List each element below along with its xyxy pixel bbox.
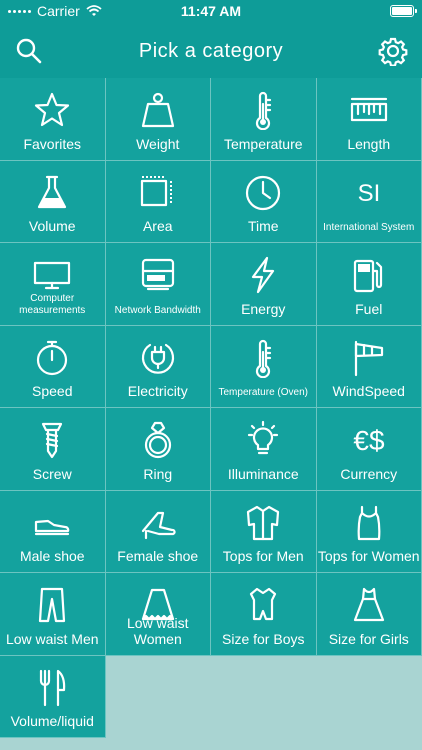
- category-label: Ring: [143, 465, 173, 482]
- category-label: Low waist Men: [5, 630, 99, 647]
- category-label: Tops for Women: [317, 548, 420, 564]
- category-tile-speed[interactable]: Speed: [0, 325, 106, 408]
- category-tile-male-shoe[interactable]: Male shoe: [0, 490, 106, 573]
- girl-dress-icon: [317, 585, 422, 625]
- category-tile-volume[interactable]: Volume: [0, 160, 106, 243]
- page-title: Pick a category: [138, 40, 284, 62]
- status-bar: Carrier 11:47 AM: [0, 0, 422, 22]
- category-tile-ring[interactable]: Ring: [105, 408, 211, 491]
- shirt-icon: [211, 503, 316, 543]
- category-tile-female-shoe[interactable]: Female shoe: [105, 490, 211, 573]
- category-tile-electricity[interactable]: Electricity: [105, 325, 211, 408]
- heel-shoe-icon: [106, 503, 211, 543]
- area-icon: [106, 173, 211, 213]
- category-tile-tops-for-men[interactable]: Tops for Men: [211, 490, 317, 573]
- navigation-bar: Carrier 11:47 AM Pick a category: [0, 0, 422, 78]
- category-tile-energy[interactable]: Energy: [211, 243, 317, 326]
- thermometer-icon: [211, 90, 316, 130]
- star-icon: [0, 90, 105, 130]
- category-tile-illuminance[interactable]: Illuminance: [211, 408, 317, 491]
- oven-thermometer-icon: [211, 338, 316, 378]
- category-label: Time: [247, 218, 279, 234]
- plug-icon: [106, 338, 211, 378]
- category-label: Temperature (Oven): [218, 387, 308, 398]
- category-tile-low-waist-men[interactable]: Low waist Men: [0, 573, 106, 656]
- flask-icon: [0, 173, 105, 213]
- category-tile-network-bandwidth[interactable]: Network Bandwidth: [105, 243, 211, 326]
- windsock-icon: [317, 338, 422, 378]
- category-label: Currency: [340, 465, 398, 482]
- settings-button[interactable]: [376, 34, 410, 68]
- category-label: Tops for Men: [222, 548, 304, 564]
- category-label: Length: [347, 135, 391, 152]
- category-label: Energy: [241, 300, 286, 317]
- trousers-icon: [0, 585, 105, 625]
- category-label: Size for Girls: [328, 630, 409, 647]
- currency-icon: €$: [317, 420, 422, 460]
- monitor-icon: [0, 255, 105, 295]
- category-label: Speed: [32, 383, 73, 399]
- tank-top-icon: [317, 503, 422, 543]
- category-tile-length[interactable]: Length: [316, 78, 422, 161]
- stopwatch-icon: [0, 338, 105, 378]
- category-label: Favorites: [23, 135, 82, 152]
- category-tile-favorites[interactable]: Favorites: [0, 78, 106, 161]
- category-label: Network Bandwidth: [114, 304, 201, 316]
- category-label: Electricity: [127, 383, 188, 399]
- category-tile-area[interactable]: Area: [105, 160, 211, 243]
- category-tile-temperature[interactable]: Temperature: [211, 78, 317, 161]
- category-label: Volume: [28, 218, 76, 234]
- status-time: 11:47 AM: [180, 3, 242, 19]
- skirt-icon: [106, 585, 211, 625]
- category-tile-volume-liquid[interactable]: Volume/liquid: [0, 655, 106, 738]
- boy-romper-icon: [211, 585, 316, 625]
- male-shoe-icon: [0, 503, 105, 543]
- category-tile-currency[interactable]: €$ Currency: [316, 408, 422, 491]
- category-label: Fuel: [355, 300, 383, 317]
- category-tile-screw[interactable]: Screw: [0, 408, 106, 491]
- clock-icon: [211, 173, 316, 213]
- light-bulb-icon: [211, 420, 316, 460]
- screw-icon: [0, 420, 105, 460]
- category-grid: Favorites Weight Temperature Length Volume Ar…: [0, 78, 422, 738]
- category-label: Volume/liquid: [10, 713, 94, 729]
- gear-icon: [378, 37, 408, 66]
- svg-text:SI: SI: [357, 180, 380, 207]
- category-tile-computer-measurements[interactable]: Computer measurements: [0, 243, 106, 326]
- category-tile-time[interactable]: Time: [211, 160, 317, 243]
- category-tile-tops-for-women[interactable]: Tops for Women: [316, 490, 422, 573]
- fuel-pump-icon: [317, 255, 422, 295]
- router-icon: [106, 255, 211, 295]
- category-label: Female shoe: [117, 548, 199, 564]
- category-tile-temperature-oven[interactable]: Temperature (Oven): [211, 325, 317, 408]
- category-label: Computer measurements: [19, 292, 86, 316]
- category-label: WindSpeed: [332, 383, 405, 399]
- weight-icon: [106, 90, 211, 130]
- category-label: Weight: [136, 135, 180, 152]
- category-tile-weight[interactable]: Weight: [105, 78, 211, 161]
- svg-text:€$: €$: [353, 425, 385, 456]
- category-tile-international-system[interactable]: SI International System: [316, 160, 422, 243]
- category-label: Size for Boys: [222, 630, 305, 647]
- category-label: Illuminance: [227, 465, 299, 482]
- category-label: Area: [142, 218, 173, 234]
- ruler-icon: [317, 90, 422, 130]
- category-tile-low-waist-women[interactable]: Low waist Women: [105, 573, 211, 656]
- category-tile-size-for-boys[interactable]: Size for Boys: [211, 573, 317, 656]
- category-label: International System: [323, 222, 415, 233]
- category-tile-fuel[interactable]: Fuel: [316, 243, 422, 326]
- battery-icon: [390, 5, 417, 17]
- ring-icon: [106, 420, 211, 460]
- category-label: Temperature: [223, 135, 303, 152]
- fork-knife-icon: [0, 668, 105, 708]
- category-tile-windspeed[interactable]: WindSpeed: [316, 325, 422, 408]
- category-tile-size-for-girls[interactable]: Size for Girls: [316, 573, 422, 656]
- si-icon: SI: [317, 173, 422, 213]
- category-label: Male shoe: [19, 548, 85, 564]
- lightning-icon: [211, 255, 316, 295]
- category-label: Screw: [32, 465, 72, 482]
